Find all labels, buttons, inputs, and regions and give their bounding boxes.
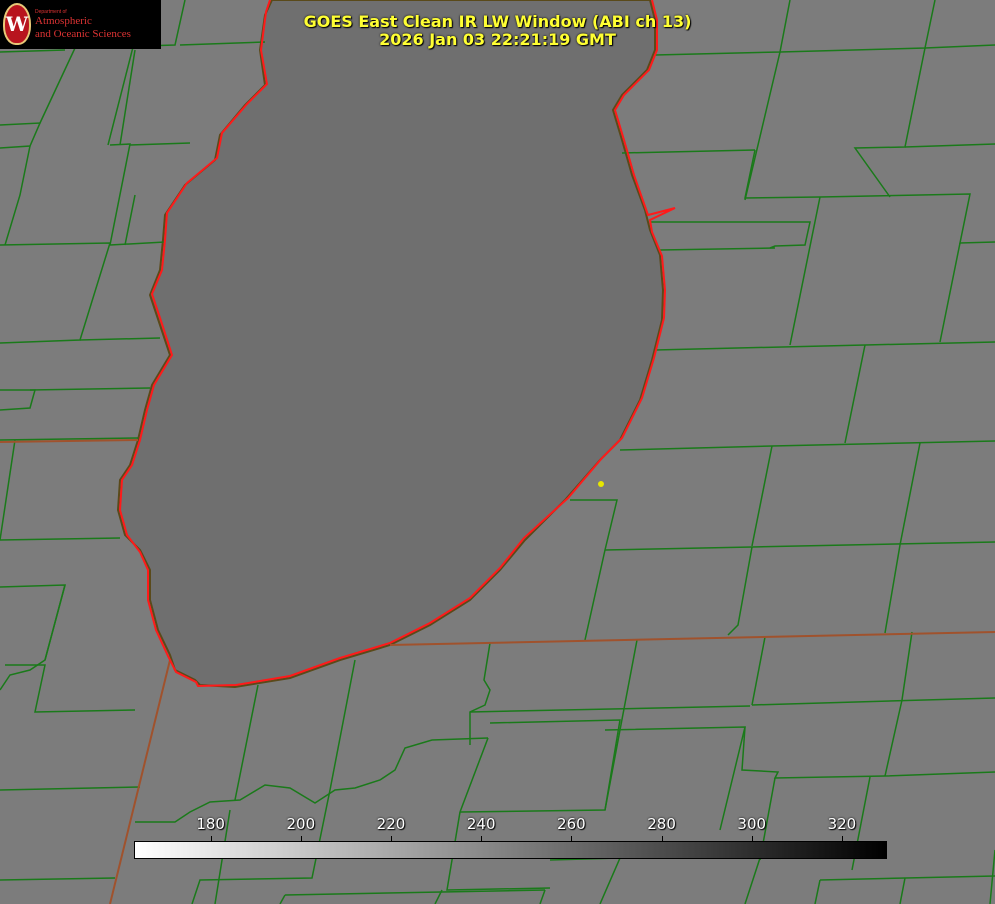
temperature-colorbar [134,841,887,859]
colorbar-tick-label: 240 [466,815,496,833]
colorbar-tick-label: 220 [376,815,406,833]
colorbar-tick-mark [391,836,392,842]
image-title: GOES East Clean IR LW Window (ABI ch 13) [303,12,692,31]
image-timestamp: 2026 Jan 03 22:21:19 GMT [379,30,616,49]
colorbar-tick-mark [481,836,483,842]
colorbar-tick-mark [661,836,663,842]
colorbar-tick-label: 300 [737,815,767,833]
colorbar-tick-label: 180 [196,815,225,833]
colorbar-tick-mark [210,836,212,842]
colorbar-tick-label: 280 [647,815,676,833]
colorbar-tick-mark [841,836,843,842]
colorbar-tick-label: 260 [557,815,586,833]
location-marker [598,481,604,487]
colorbar-tick-mark [751,836,753,842]
satellite-map[interactable] [0,0,995,904]
colorbar-tick-mark [300,836,302,842]
colorbar-tick-mark [571,836,573,842]
colorbar-tick-label: 320 [827,815,857,833]
colorbar-tick-label: 200 [286,815,316,833]
